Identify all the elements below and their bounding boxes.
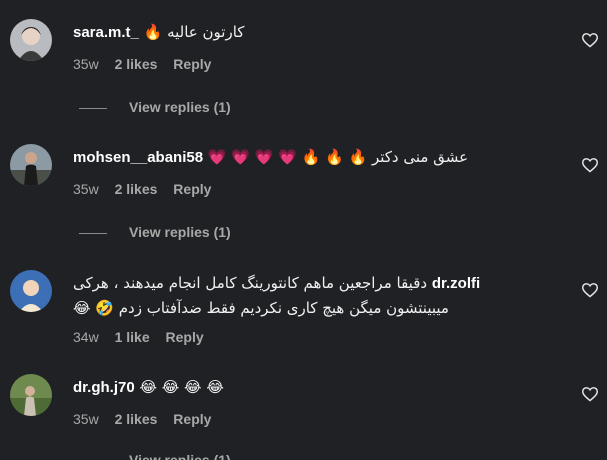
- comments-panel: sara.m.t_ کارتون عالیه 🔥 35w 2 likes Rep…: [0, 0, 607, 460]
- replies-divider: [79, 232, 107, 234]
- view-replies-label: View replies (1): [129, 452, 231, 460]
- comment-text: دقیقا مراجعین ماهم کانتورینگ کامل انجام …: [73, 274, 428, 292]
- replies-divider: [79, 107, 107, 109]
- comment-text: 😂 😂 😂 😂: [139, 378, 224, 396]
- reply-button[interactable]: Reply: [173, 181, 211, 197]
- reply-button[interactable]: Reply: [166, 329, 204, 345]
- comment-likes[interactable]: 1 like: [115, 329, 150, 345]
- view-replies-button[interactable]: View replies (1): [79, 99, 231, 115]
- heart-outline-icon[interactable]: [581, 32, 599, 48]
- heart-outline-icon[interactable]: [581, 282, 599, 298]
- comment-username[interactable]: sara.m.t_: [73, 24, 139, 41]
- comment-text: کارتون عالیه 🔥: [143, 23, 245, 41]
- avatar[interactable]: [10, 144, 52, 186]
- comment-timestamp[interactable]: 35w: [73, 56, 99, 72]
- comment-text: عشق منی دکتر 🔥 🔥 🔥 💗 💗 💗 💗: [207, 148, 469, 166]
- comment-timestamp[interactable]: 35w: [73, 181, 99, 197]
- heart-outline-icon[interactable]: [581, 386, 599, 402]
- view-replies-button[interactable]: View replies (1): [79, 452, 231, 460]
- avatar[interactable]: [10, 19, 52, 61]
- comment-likes[interactable]: 2 likes: [115, 181, 158, 197]
- comment-likes[interactable]: 2 likes: [115, 411, 158, 427]
- avatar[interactable]: [10, 270, 52, 312]
- comment-text-continued: میبینتشون میگن هیچ کاری نکردیم فقط ضدآفت…: [73, 299, 449, 317]
- comment-username[interactable]: dr.gh.j70: [73, 379, 135, 396]
- comment-username[interactable]: mohsen__abani58: [73, 149, 203, 166]
- reply-button[interactable]: Reply: [173, 56, 211, 72]
- comment-username[interactable]: dr.zolfi: [432, 275, 480, 292]
- reply-button[interactable]: Reply: [173, 411, 211, 427]
- view-replies-button[interactable]: View replies (1): [79, 224, 231, 240]
- comment-timestamp[interactable]: 34w: [73, 329, 99, 345]
- view-replies-label: View replies (1): [129, 99, 231, 115]
- view-replies-label: View replies (1): [129, 224, 231, 240]
- comment-likes[interactable]: 2 likes: [115, 56, 158, 72]
- avatar[interactable]: [10, 374, 52, 416]
- comment-timestamp[interactable]: 35w: [73, 411, 99, 427]
- heart-outline-icon[interactable]: [581, 157, 599, 173]
